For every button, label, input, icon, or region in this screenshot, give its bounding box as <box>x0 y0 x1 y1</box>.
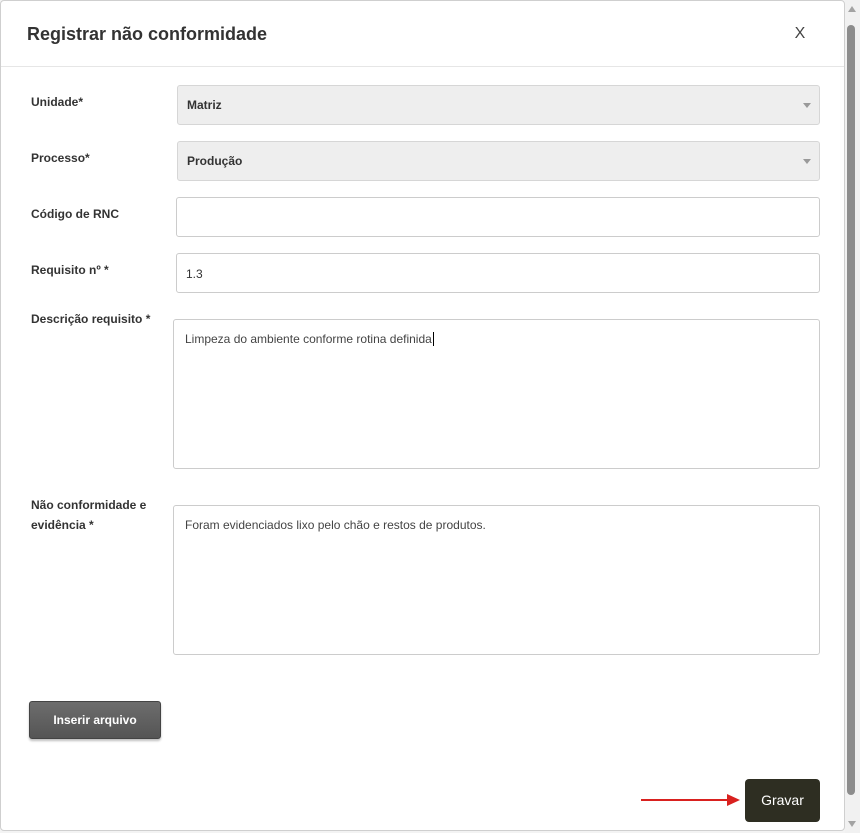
requisito-input[interactable]: 1.3 <box>176 253 820 293</box>
dialog-header: Registrar não conformidade X <box>1 1 844 67</box>
scroll-down-arrow-icon[interactable] <box>848 821 856 827</box>
nao-conformidade-textarea[interactable]: Foram evidenciados lixo pelo chão e rest… <box>173 505 820 655</box>
insert-file-button[interactable]: Inserir arquivo <box>29 701 161 739</box>
red-arrow-annotation-icon <box>641 794 740 806</box>
descricao-textarea[interactable]: Limpeza do ambiente conforme rotina defi… <box>173 319 820 469</box>
unidade-select[interactable]: Matriz <box>177 85 820 125</box>
nao-conformidade-label: Não conformidade e evidência * <box>31 495 146 535</box>
requisito-label: Requisito nº * <box>31 263 109 277</box>
unidade-required-mark: * <box>78 95 84 109</box>
descricao-text: Limpeza do ambiente conforme rotina defi… <box>185 332 432 346</box>
unidade-label-text: Unidade <box>31 95 79 109</box>
unidade-selected-value: Matriz <box>187 98 222 112</box>
requisito-value: 1.3 <box>186 267 203 281</box>
chevron-down-icon <box>803 159 811 164</box>
vertical-scrollbar[interactable] <box>845 0 860 833</box>
processo-required-mark: * <box>85 151 90 165</box>
chevron-down-icon <box>803 103 811 108</box>
processo-select[interactable]: Produção <box>177 141 820 181</box>
codigo-rnc-input[interactable] <box>176 197 820 237</box>
nao-conformidade-label-line1: Não conformidade e <box>31 498 147 512</box>
processo-selected-value: Produção <box>187 154 243 168</box>
scroll-up-arrow-icon[interactable] <box>848 6 856 12</box>
unidade-label: Unidade* <box>31 92 83 112</box>
close-button[interactable]: X <box>789 23 811 45</box>
processo-label-text: Processo <box>31 151 86 165</box>
text-cursor <box>432 332 434 346</box>
dialog-title: Registrar não conformidade <box>27 24 268 44</box>
descricao-value: Limpeza do ambiente conforme rotina defi… <box>185 332 434 346</box>
save-button[interactable]: Gravar <box>745 779 820 822</box>
nao-conformidade-label-line2: evidência * <box>31 518 94 532</box>
descricao-label: Descrição requisito * <box>31 312 151 326</box>
nao-conformidade-value: Foram evidenciados lixo pelo chão e rest… <box>185 518 486 532</box>
codigo-rnc-label: Código de RNC <box>31 207 119 221</box>
scrollbar-thumb[interactable] <box>847 25 855 795</box>
register-nonconformity-dialog: Registrar não conformidade X Unidade* Ma… <box>0 0 845 831</box>
processo-label: Processo* <box>31 148 90 168</box>
